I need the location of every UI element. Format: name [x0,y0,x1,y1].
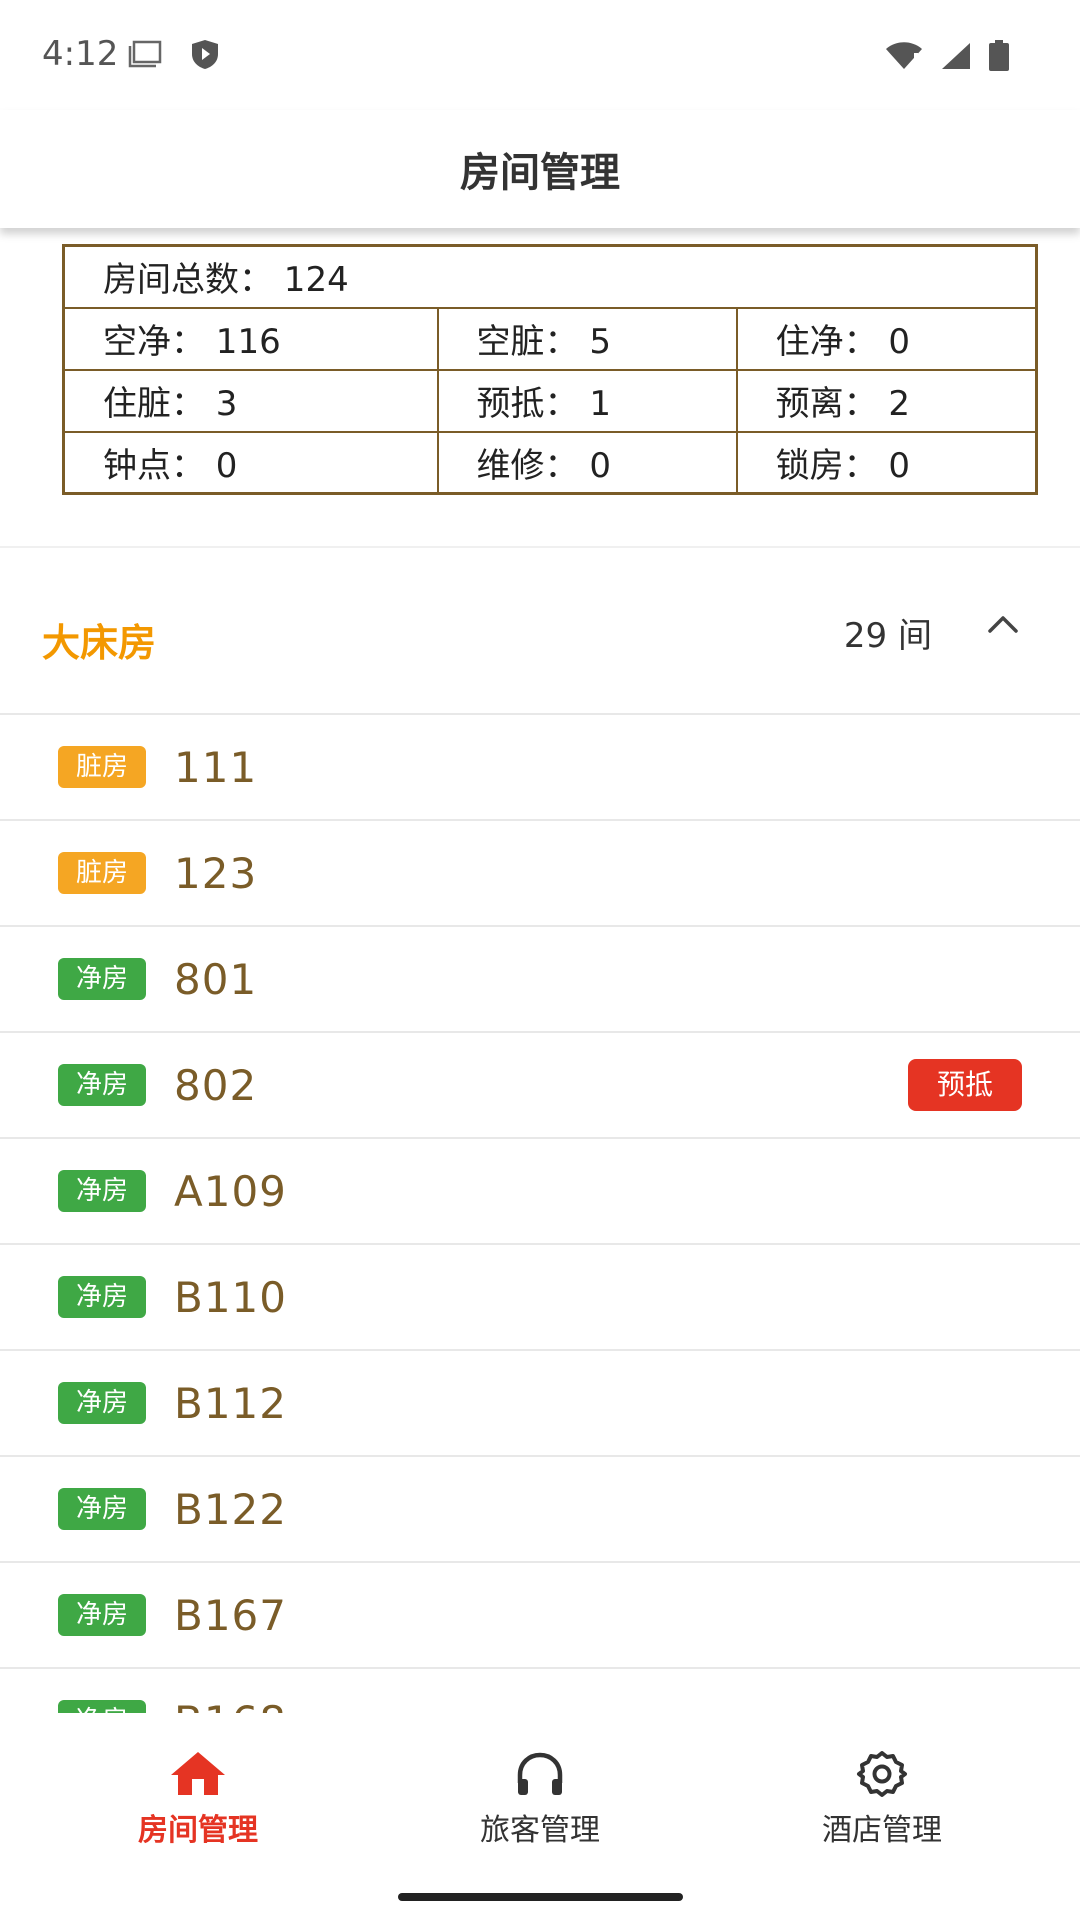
room-status-badge: 净房 [58,1276,146,1318]
nav-room-management[interactable]: 房间管理 [48,1749,348,1849]
summary-occupied-dirty: 住脏： 3 [62,368,439,433]
summary-occupied-clean: 住净： 0 [735,306,1038,371]
room-status-badge: 净房 [58,1488,146,1530]
room-status-badge: 净房 [58,958,146,1000]
room-number: A109 [174,1166,287,1216]
wifi-icon [886,42,922,69]
shield-icon [192,40,218,69]
summary-maintenance: 维修： 0 [436,430,738,495]
room-row[interactable]: 净房 B110 [0,1245,1080,1351]
category-name: 大床房 [42,621,157,665]
room-status-badge: 脏房 [58,746,146,788]
home-indicator[interactable] [398,1893,683,1901]
room-row[interactable]: 脏房 123 [0,821,1080,927]
summary-locked: 锁房： 0 [735,430,1038,495]
screenshot-icon [128,40,162,68]
room-number: B110 [174,1272,287,1322]
room-summary: 房间总数： 124 空净： 116 空脏： 5 住净： 0 住脏： 3 预抵： … [62,244,1038,495]
status-right-icons [884,40,1010,72]
chevron-up-icon[interactable] [986,612,1020,636]
battery-icon [989,40,1009,71]
room-row[interactable]: 净房 B167 [0,1563,1080,1669]
room-tag-badge: 预抵 [908,1059,1022,1111]
headphones-icon [517,1752,563,1795]
summary-hourly: 钟点： 0 [62,430,439,495]
room-number: 802 [174,1060,258,1110]
room-number: B122 [174,1484,287,1534]
room-status-badge: 脏房 [58,852,146,894]
status-time: 4:12 [42,34,119,74]
page-title: 房间管理 [460,150,620,196]
room-number: B168 [174,1697,287,1714]
summary-expected-departure: 预离： 2 [735,368,1038,433]
status-left-icons [128,38,220,70]
summary-row: 钟点： 0 维修： 0 锁房： 0 [62,430,1038,495]
room-status-badge: 净房 [58,1700,146,1713]
room-row[interactable]: 脏房 111 [0,715,1080,821]
nav-label: 房间管理 [138,1813,258,1848]
summary-total-row: 房间总数： 124 [62,244,1038,309]
category-header[interactable]: 大床房 29 间 [0,548,1080,715]
bottom-nav: 房间管理 旅客管理 酒店管理 [0,1713,1080,1920]
room-row[interactable]: 净房 B168 [0,1669,1080,1713]
summary-table: 房间总数： 124 空净： 116 空脏： 5 住净： 0 住脏： 3 预抵： … [62,244,1038,495]
room-status-badge: 净房 [58,1170,146,1212]
room-row[interactable]: 净房 802 预抵 [0,1033,1080,1139]
nav-hotel-management[interactable]: 酒店管理 [732,1749,1032,1849]
gear-icon [857,1751,907,1797]
room-row[interactable]: 净房 B112 [0,1351,1080,1457]
room-row[interactable]: 净房 801 [0,927,1080,1033]
home-icon [171,1752,225,1795]
summary-row: 空净： 116 空脏： 5 住净： 0 [62,306,1038,371]
room-number: B167 [174,1590,287,1640]
room-number: 123 [174,848,258,898]
room-status-badge: 净房 [58,1382,146,1424]
signal-icon [942,43,970,69]
summary-vacant-dirty: 空脏： 5 [436,306,738,371]
room-number: 801 [174,954,258,1004]
room-list[interactable]: 脏房 111 脏房 123 净房 801 净房 802 预抵 净房 A109 净… [0,715,1080,1713]
nav-guest-management[interactable]: 旅客管理 [390,1749,690,1849]
app-header: 房间管理 [0,110,1080,228]
room-number: B112 [174,1378,287,1428]
room-number: 111 [174,742,258,792]
summary-total: 房间总数： 124 [62,244,1038,309]
room-status-badge: 净房 [58,1594,146,1636]
summary-expected-arrival: 预抵： 1 [436,368,738,433]
status-bar: 4:12 [0,0,1080,110]
nav-label: 酒店管理 [822,1813,942,1848]
category-count: 29 间 [843,616,932,656]
room-row[interactable]: 净房 A109 [0,1139,1080,1245]
room-row[interactable]: 净房 B122 [0,1457,1080,1563]
summary-vacant-clean: 空净： 116 [62,306,439,371]
room-status-badge: 净房 [58,1064,146,1106]
nav-label: 旅客管理 [480,1813,600,1848]
summary-row: 住脏： 3 预抵： 1 预离： 2 [62,368,1038,433]
